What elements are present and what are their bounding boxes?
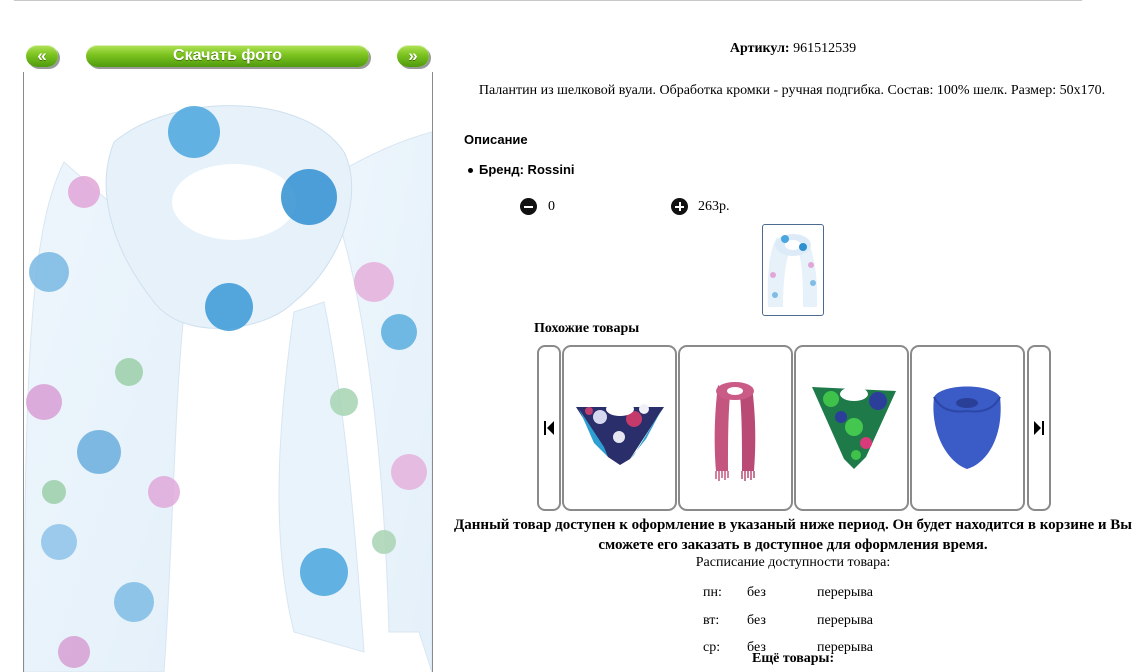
article-value: 961512539 [793, 41, 857, 56]
scarf-image [933, 386, 1001, 469]
similar-item-1[interactable] [562, 345, 677, 511]
scarf-thumbnail-image [767, 234, 818, 307]
article-line: Артикул: 961512539 [440, 41, 1146, 57]
brand-item: Бренд: Rossini [468, 162, 575, 177]
product-thumbnail[interactable] [762, 224, 824, 316]
schedule-value-a: без [747, 585, 766, 600]
top-divider [14, 0, 1082, 1]
schedule-value-b: перерыва [817, 613, 873, 628]
scarf-image [812, 387, 896, 469]
schedule-day: вт: [703, 613, 720, 628]
quantity-value: 0 [548, 198, 555, 214]
product-main-photo [23, 72, 433, 672]
carousel-prev-button[interactable] [537, 345, 561, 511]
similar-products-title: Похожие товары [534, 321, 640, 336]
more-products-label: Ещё товары: [752, 651, 835, 666]
price-control: 263р. [671, 198, 730, 215]
scarf-image [24, 105, 432, 672]
schedule-value-a: без [747, 613, 766, 628]
article-label: Артикул: [729, 41, 790, 56]
availability-notice: Данный товар доступен к оформление в ука… [453, 517, 1133, 553]
scarf-image [576, 402, 664, 465]
skip-first-icon [544, 421, 554, 435]
minus-circle-icon[interactable] [520, 198, 537, 215]
schedule-day: ср: [703, 640, 721, 655]
schedule-value-b: перерыва [817, 585, 873, 600]
plus-circle-icon[interactable] [671, 198, 688, 215]
previous-photo-button[interactable]: « [26, 45, 58, 67]
schedule-title: Расписание доступности товара: [695, 555, 891, 570]
price-value: 263р. [698, 198, 730, 214]
download-photo-button[interactable]: Скачать фото [86, 45, 369, 67]
similar-item-2[interactable] [678, 345, 793, 511]
similar-item-3[interactable] [794, 345, 909, 511]
description-heading: Описание [464, 132, 528, 147]
scarf-image [714, 382, 756, 481]
carousel-next-button[interactable] [1027, 345, 1051, 511]
quantity-control: 0 [520, 198, 555, 215]
next-photo-button[interactable]: » [397, 45, 429, 67]
brand-label: Бренд: Rossini [479, 162, 575, 177]
similar-item-4[interactable] [910, 345, 1025, 511]
schedule-day: пн: [703, 585, 722, 600]
skip-last-icon [1034, 421, 1044, 435]
product-description: Палантин из шелковой вуали. Обработка кр… [478, 83, 1106, 98]
bullet-icon [468, 168, 473, 174]
